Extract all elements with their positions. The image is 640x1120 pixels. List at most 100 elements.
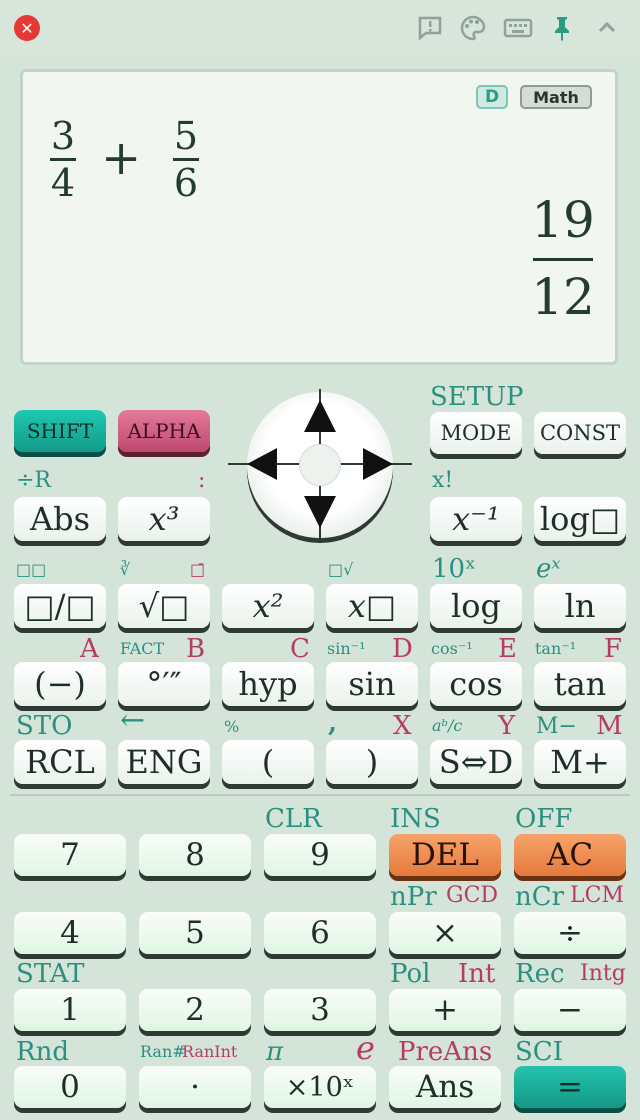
random-label: Ran# <box>140 1042 186 1061</box>
int-label: Int <box>458 959 496 989</box>
log-key[interactable]: log <box>430 584 522 628</box>
cube-key[interactable]: x³ <box>118 497 210 541</box>
shift-key[interactable]: SHIFT <box>14 410 106 452</box>
comma-label: , <box>328 708 338 738</box>
palette-icon[interactable] <box>457 12 489 44</box>
var-m-label: M <box>596 711 623 741</box>
const-key[interactable]: CONST <box>534 412 626 454</box>
off-label: OFF <box>515 804 573 834</box>
ln-key[interactable]: ln <box>534 584 626 628</box>
preans-label: PreAns <box>398 1037 493 1067</box>
display-screen: D Math 3 4 + 5 6 19 12 <box>20 69 618 365</box>
arctan-label: tan⁻¹ <box>535 639 577 658</box>
reciprocal-key[interactable]: x⁻¹ <box>430 497 522 541</box>
angle-mode-indicator: D <box>476 85 508 109</box>
title-bar: ✕ <box>0 0 640 58</box>
stat-label: STAT <box>16 959 85 989</box>
digit-1-key[interactable]: 1 <box>14 989 126 1031</box>
var-x-label: X <box>393 711 412 741</box>
var-e-label: E <box>498 634 517 664</box>
square-key[interactable]: x² <box>222 584 314 628</box>
arcsin-label: sin⁻¹ <box>327 639 366 658</box>
ncr-label: nCr <box>515 882 565 912</box>
keyboard-icon[interactable] <box>502 12 534 44</box>
lcm-label: LCM <box>570 883 624 908</box>
power-key[interactable]: x□ <box>326 584 418 628</box>
arrow-down-icon[interactable] <box>304 496 336 528</box>
left-paren-key[interactable]: ( <box>222 740 314 784</box>
divide-key[interactable]: ÷ <box>514 912 626 954</box>
expression-fraction-2: 5 6 <box>172 117 200 202</box>
feedback-icon[interactable] <box>414 12 446 44</box>
keypad-divider <box>10 794 630 796</box>
digit-7-key[interactable]: 7 <box>14 834 126 876</box>
cos-key[interactable]: cos <box>430 662 522 706</box>
add-key[interactable]: + <box>389 989 501 1031</box>
m-minus-label: M− <box>536 714 577 739</box>
fraction-key[interactable]: □/□ <box>14 584 106 628</box>
degree-minute-second-key[interactable]: °′″ <box>118 662 210 706</box>
hyp-key[interactable]: hyp <box>222 662 314 706</box>
ans-key[interactable]: Ans <box>389 1066 501 1108</box>
exp10-key[interactable]: ×10ˣ <box>264 1066 376 1108</box>
tan-key[interactable]: tan <box>534 662 626 706</box>
var-y-label: Y <box>498 711 516 741</box>
ins-label: INS <box>390 804 441 834</box>
ac-key[interactable]: AC <box>514 834 626 876</box>
digit-5-key[interactable]: 5 <box>139 912 251 954</box>
result-fraction-bar <box>533 258 593 261</box>
arrow-left-icon[interactable] <box>247 448 277 480</box>
negative-key[interactable]: (−) <box>14 662 106 706</box>
digit-2-key[interactable]: 2 <box>139 989 251 1031</box>
rec-label: Rec <box>515 959 565 989</box>
decimal-point-key[interactable]: · <box>139 1066 251 1108</box>
clr-label: CLR <box>265 804 322 834</box>
arccos-label: cos⁻¹ <box>431 639 473 658</box>
chevron-up-icon[interactable] <box>591 12 623 44</box>
var-a-label: A <box>80 634 99 664</box>
arrow-right-icon[interactable] <box>363 448 393 480</box>
result-numerator: 19 <box>531 191 595 249</box>
m-plus-key[interactable]: M+ <box>534 740 626 784</box>
abs-key[interactable]: Abs <box>14 497 106 541</box>
rnd-label: Rnd <box>16 1037 69 1067</box>
alpha-key[interactable]: ALPHA <box>118 410 210 452</box>
intg-label: Intg <box>580 961 626 986</box>
div-r-label: ÷R <box>16 468 51 493</box>
log-base-key[interactable]: log□ <box>534 497 626 541</box>
left-arrow-label: ← <box>120 703 146 738</box>
ten-power-label: 10ˣ <box>432 554 477 584</box>
overline-label: □̄ <box>190 560 206 579</box>
del-key[interactable]: DEL <box>389 834 501 876</box>
mode-key[interactable]: MODE <box>430 412 522 454</box>
sin-key[interactable]: sin <box>326 662 418 706</box>
input-mode-indicator: Math <box>520 85 592 109</box>
equals-key[interactable]: = <box>514 1066 626 1108</box>
fraction-1-denominator: 4 <box>50 161 76 205</box>
var-f-label: F <box>604 634 623 664</box>
gcd-label: GCD <box>446 883 499 908</box>
sqrt-key[interactable]: √□ <box>118 584 210 628</box>
rcl-key[interactable]: RCL <box>14 740 106 784</box>
sto-label: STO <box>16 711 73 741</box>
fraction-1-numerator: 3 <box>50 114 76 158</box>
mixed-fraction-label: □□ <box>16 560 47 579</box>
eng-key[interactable]: ENG <box>118 740 210 784</box>
digit-6-key[interactable]: 6 <box>264 912 376 954</box>
exp-label: eˣ <box>536 554 561 584</box>
expression-fraction-1: 3 4 <box>49 117 77 202</box>
subtract-key[interactable]: − <box>514 989 626 1031</box>
factorial-label: x! <box>432 468 454 493</box>
multiply-key[interactable]: × <box>389 912 501 954</box>
digit-0-key[interactable]: 0 <box>14 1066 126 1108</box>
s-to-d-key[interactable]: S⇔D <box>430 740 522 784</box>
digit-8-key[interactable]: 8 <box>139 834 251 876</box>
arrow-up-icon[interactable] <box>304 400 336 432</box>
result-fraction: 19 12 <box>531 194 595 323</box>
digit-3-key[interactable]: 3 <box>264 989 376 1031</box>
right-paren-key[interactable]: ) <box>326 740 418 784</box>
pin-icon[interactable] <box>546 12 578 44</box>
close-icon[interactable]: ✕ <box>14 15 40 41</box>
digit-9-key[interactable]: 9 <box>264 834 376 876</box>
digit-4-key[interactable]: 4 <box>14 912 126 954</box>
